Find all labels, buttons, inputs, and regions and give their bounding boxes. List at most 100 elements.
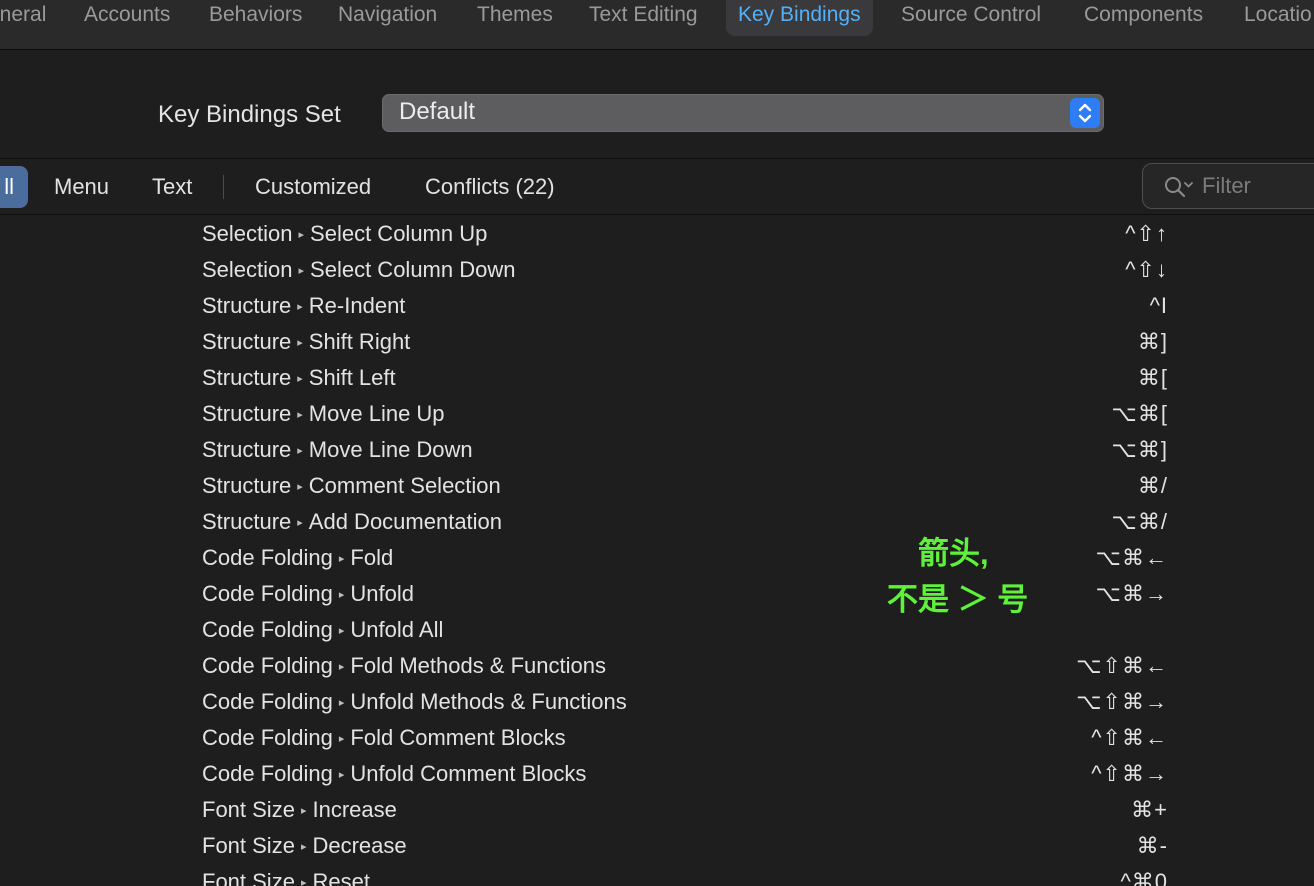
command-name: Code Folding ▸ Fold Comment Blocks — [202, 720, 566, 757]
triangle-right-icon: ▸ — [338, 769, 345, 781]
command-name: Structure ▸ Move Line Up — [202, 396, 445, 433]
key-binding-row[interactable]: Selection ▸ Select Column Up ^⇧↑ — [0, 216, 1314, 252]
command-title: Decrease — [312, 833, 407, 858]
key-binding-row[interactable]: Structure ▸ Shift Left ⌘[ — [0, 360, 1314, 396]
tab-general[interactable]: eneral — [0, 0, 46, 36]
search-icon — [1163, 175, 1197, 204]
command-group: Structure — [202, 401, 292, 426]
filter-customized-segment[interactable]: Customized — [255, 166, 371, 208]
key-binding-row[interactable]: Code Folding ▸ Fold ⌥⌘← — [0, 540, 1314, 576]
filter-all-segment[interactable]: ll — [0, 166, 28, 208]
command-name: Structure ▸ Shift Left — [202, 360, 396, 397]
command-title: Fold — [350, 545, 394, 570]
command-group: Selection — [202, 257, 293, 282]
key-binding-row[interactable]: Code Folding ▸ Unfold ⌥⌘→ — [0, 576, 1314, 612]
command-group: Font Size — [202, 869, 295, 886]
filter-text-segment[interactable]: Text — [152, 166, 192, 208]
command-title: Re-Indent — [308, 293, 406, 318]
command-title: Shift Left — [308, 365, 396, 390]
key-binding-row[interactable]: Structure ▸ Comment Selection ⌘/ — [0, 468, 1314, 504]
key-shortcut[interactable]: ^⇧↑ — [1125, 216, 1168, 252]
key-shortcut[interactable]: ⌘+ — [1131, 792, 1168, 828]
filter-placeholder: Filter — [1202, 173, 1251, 198]
command-group: Code Folding — [202, 581, 333, 606]
preferences-toolbar: eneral Accounts Behaviors Navigation The… — [0, 0, 1314, 50]
triangle-right-icon: ▸ — [297, 301, 303, 313]
key-binding-row[interactable]: Font Size ▸ Increase ⌘+ — [0, 792, 1314, 828]
key-shortcut[interactable]: ⌘] — [1138, 324, 1168, 360]
tab-accounts[interactable]: Accounts — [84, 0, 170, 36]
key-binding-row[interactable]: Structure ▸ Add Documentation ⌥⌘/ — [0, 504, 1314, 540]
key-shortcut[interactable]: ⌥⇧⌘→ — [1076, 684, 1168, 720]
key-shortcut[interactable]: ⌥⌘/ — [1112, 504, 1168, 540]
command-group: Code Folding — [202, 725, 333, 750]
key-shortcut[interactable]: ^I — [1150, 288, 1168, 324]
key-shortcut[interactable]: ^⇧⌘→ — [1091, 756, 1168, 792]
key-binding-row[interactable]: Code Folding ▸ Fold Methods & Functions ⌥⇧⌘… — [0, 648, 1314, 684]
command-group: Structure — [202, 293, 292, 318]
list-divider — [0, 214, 1314, 215]
key-shortcut[interactable]: ⌘- — [1137, 828, 1168, 864]
key-shortcut[interactable]: ^⌘0 — [1120, 864, 1168, 886]
triangle-right-icon: ▸ — [338, 625, 345, 637]
key-binding-row[interactable]: Code Folding ▸ Fold Comment Blocks ^⇧⌘← — [0, 720, 1314, 756]
command-title: Move Line Up — [308, 401, 445, 426]
key-shortcut[interactable]: ⌘[ — [1138, 360, 1168, 396]
command-group: Structure — [202, 473, 292, 498]
key-binding-row[interactable]: Code Folding ▸ Unfold Methods & Functions ⌥… — [0, 684, 1314, 720]
command-name: Font Size ▸ Decrease — [202, 828, 407, 865]
command-title: Unfold All — [350, 617, 444, 642]
triangle-right-icon: ▸ — [297, 445, 303, 457]
key-shortcut[interactable]: ⌘/ — [1138, 468, 1168, 504]
triangle-right-icon: ▸ — [300, 841, 307, 853]
key-binding-row[interactable]: Font Size ▸ Decrease ⌘- — [0, 828, 1314, 864]
command-name: Font Size ▸ Reset — [202, 864, 370, 886]
key-binding-row[interactable]: Code Folding ▸ Unfold Comment Blocks ^⇧⌘→ — [0, 756, 1314, 792]
key-binding-row[interactable]: Code Folding ▸ Unfold All — [0, 612, 1314, 648]
key-shortcut[interactable]: ⌥⌘← — [1096, 540, 1168, 576]
annotation-line-1: 箭头, — [918, 536, 989, 571]
tab-components[interactable]: Components — [1084, 0, 1203, 36]
key-shortcut[interactable]: ⌥⌘→ — [1096, 576, 1168, 612]
triangle-right-icon: ▸ — [297, 337, 303, 349]
key-binding-row[interactable]: Structure ▸ Shift Right ⌘] — [0, 324, 1314, 360]
key-shortcut[interactable]: ⌥⇧⌘← — [1076, 648, 1168, 684]
command-name: Font Size ▸ Increase — [202, 792, 397, 829]
key-binding-row[interactable]: Structure ▸ Re-Indent ^I — [0, 288, 1314, 324]
key-shortcut[interactable]: ^⇧⌘← — [1091, 720, 1168, 756]
command-group: Structure — [202, 365, 292, 390]
command-group: Code Folding — [202, 545, 333, 570]
command-title: Comment Selection — [308, 473, 501, 498]
tab-behaviors[interactable]: Behaviors — [209, 0, 302, 36]
triangle-right-icon: ▸ — [298, 265, 305, 277]
filter-conflicts-segment[interactable]: Conflicts (22) — [425, 166, 555, 208]
key-shortcut[interactable]: ⌥⌘[ — [1112, 396, 1168, 432]
triangle-right-icon: ▸ — [298, 229, 305, 241]
tab-locations[interactable]: Locatio — [1244, 0, 1312, 36]
command-name: Code Folding ▸ Fold — [202, 540, 393, 577]
key-shortcut[interactable]: ⌥⌘] — [1112, 432, 1168, 468]
command-title: Select Column Up — [310, 221, 488, 246]
section-divider — [0, 158, 1314, 159]
filter-menu-segment[interactable]: Menu — [54, 166, 109, 208]
key-binding-row[interactable]: Structure ▸ Move Line Up ⌥⌘[ — [0, 396, 1314, 432]
command-name: Structure ▸ Shift Right — [202, 324, 410, 361]
tab-themes[interactable]: Themes — [477, 0, 553, 36]
tab-text-editing[interactable]: Text Editing — [589, 0, 698, 36]
triangle-right-icon: ▸ — [338, 697, 345, 709]
command-title: Fold Methods & Functions — [350, 653, 606, 678]
tab-key-bindings[interactable]: Key Bindings — [726, 0, 873, 36]
command-name: Structure ▸ Comment Selection — [202, 468, 501, 505]
triangle-right-icon: ▸ — [297, 481, 303, 493]
key-binding-row[interactable]: Structure ▸ Move Line Down ⌥⌘] — [0, 432, 1314, 468]
filter-search-field[interactable]: Filter — [1142, 163, 1314, 209]
tab-source-control[interactable]: Source Control — [901, 0, 1041, 36]
triangle-right-icon: ▸ — [297, 373, 303, 385]
key-bindings-set-popup[interactable]: Default — [382, 94, 1104, 132]
triangle-right-icon: ▸ — [338, 589, 345, 601]
tab-navigation[interactable]: Navigation — [338, 0, 437, 36]
key-binding-row[interactable]: Selection ▸ Select Column Down ^⇧↓ — [0, 252, 1314, 288]
command-group: Code Folding — [202, 761, 333, 786]
key-binding-row[interactable]: Font Size ▸ Reset ^⌘0 — [0, 864, 1314, 886]
key-shortcut[interactable]: ^⇧↓ — [1125, 252, 1168, 288]
